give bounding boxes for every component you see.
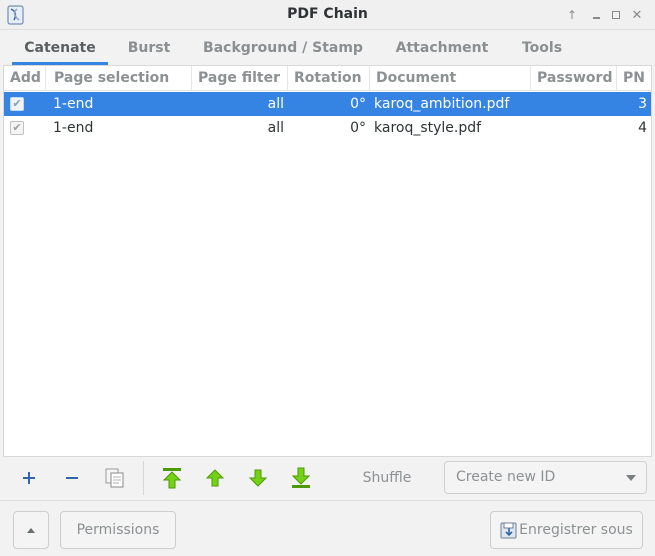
move-bottom-icon [291,467,311,488]
minimize-icon [592,17,600,19]
save-as-label: Enregistrer sous [519,522,633,538]
rotation-cell[interactable]: 0° [292,92,366,116]
title-bar: PDF Chain ↑ ✕ [0,0,655,30]
id-combobox-value: Create new ID [456,469,556,485]
check-icon: ✔ [12,97,22,110]
minus-icon [66,477,78,479]
column-header-password[interactable]: Password [531,66,617,91]
tab-bar: Catenate Burst Background / Stamp Attach… [0,31,655,65]
add-button[interactable] [14,464,44,492]
shuffle-button[interactable]: Shuffle [352,464,422,492]
toolbar-separator [143,461,144,495]
page-filter-cell[interactable]: all [196,92,284,116]
document-cell: karoq_ambition.pdf [374,96,510,112]
column-header-pn[interactable]: PN [617,66,651,91]
move-down-icon [248,469,268,487]
column-header-rotation[interactable]: Rotation [288,66,370,91]
move-top-button[interactable] [157,464,187,492]
check-icon: ✔ [12,121,22,134]
password-cell[interactable] [535,92,615,116]
column-header-document[interactable]: Document [370,66,531,91]
close-button[interactable]: ✕ [627,5,647,25]
close-icon: ✕ [631,7,643,23]
document-list[interactable]: Add Page selection Page filter Rotation … [3,65,652,457]
move-up-button[interactable] [200,464,230,492]
tab-burst[interactable]: Burst [118,31,180,65]
table-header: Add Page selection Page filter Rotation … [4,66,651,91]
column-header-page-filter[interactable]: Page filter [192,66,288,91]
password-cell[interactable] [535,116,615,140]
tab-catenate[interactable]: Catenate [12,31,108,65]
list-toolbar: Shuffle Create new ID [3,457,652,499]
maximize-button[interactable] [606,5,626,25]
rotation-cell[interactable]: 0° [292,116,366,140]
copy-button[interactable] [100,464,130,492]
minimize-button[interactable] [586,5,606,25]
page-filter-cell[interactable]: all [196,116,284,140]
add-checkbox[interactable]: ✔ [10,121,24,135]
tab-background-stamp[interactable]: Background / Stamp [194,31,372,65]
page-selection-cell[interactable]: 1-end [53,92,183,116]
plus-icon [23,472,35,484]
id-combobox[interactable]: Create new ID [444,461,647,494]
move-bottom-button[interactable] [286,464,316,492]
chevron-down-icon [626,475,636,481]
save-icon [500,522,517,539]
document-cell: karoq_style.pdf [374,120,482,136]
page-selection-cell[interactable]: 1-end [53,116,183,140]
save-as-button[interactable]: Enregistrer sous [490,511,643,549]
pn-cell: 4 [638,120,647,136]
table-row[interactable]: ✔ 1-end all 0° karoq_style.pdf 4 [4,116,651,140]
column-header-page-selection[interactable]: Page selection [48,66,192,91]
permissions-button[interactable]: Permissions [60,511,176,549]
tab-attachment[interactable]: Attachment [386,31,498,65]
column-header-add[interactable]: Add [4,66,46,91]
tab-tools[interactable]: Tools [512,31,572,65]
chevron-up-icon [27,527,35,533]
arrow-up-icon: ↑ [566,8,578,22]
keep-above-button[interactable]: ↑ [562,5,582,25]
move-down-button[interactable] [243,464,273,492]
move-up-icon [205,469,225,487]
move-top-icon [162,468,182,489]
copy-icon [105,468,124,488]
table-row[interactable]: ✔ 1-end all 0° karoq_ambition.pdf 3 [4,92,651,116]
window-title: PDF Chain [287,6,368,22]
pn-cell: 3 [638,96,647,112]
bottom-bar: Permissions Enregistrer sous [0,500,655,556]
expand-button[interactable] [13,511,49,549]
maximize-icon [612,11,620,19]
add-checkbox[interactable]: ✔ [10,97,24,111]
remove-button[interactable] [57,464,87,492]
